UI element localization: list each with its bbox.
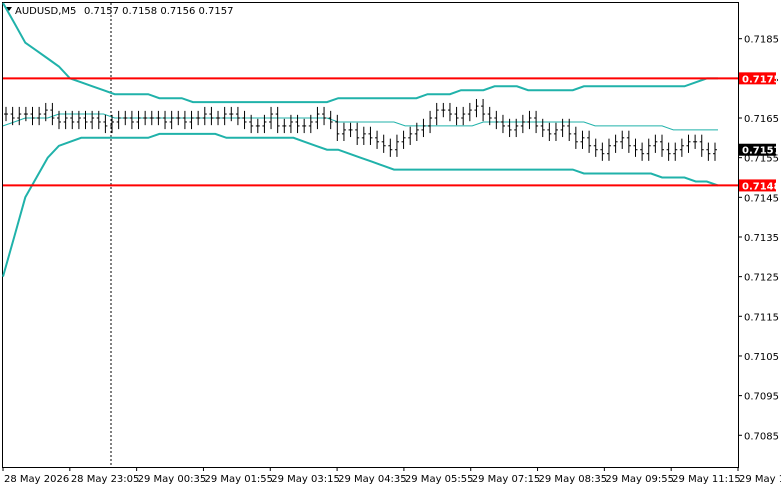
time-tick-label: 29 May 04:35 bbox=[338, 474, 407, 485]
price-axis: 0.71850.71750.71650.71550.71450.71350.71… bbox=[738, 35, 779, 442]
time-tick-label: 28 May 23:05 bbox=[71, 474, 140, 485]
price-tick-label: 0.7125 bbox=[744, 273, 779, 284]
price-label-support: 0.7148 bbox=[742, 181, 781, 192]
plot-frame bbox=[2, 2, 739, 468]
time-tick-label: 29 May 09:55 bbox=[605, 474, 674, 485]
time-tick-label: 29 May 11:15 bbox=[672, 474, 741, 485]
time-tick-label: 29 May 00:35 bbox=[138, 474, 207, 485]
price-tick-label: 0.7115 bbox=[744, 312, 779, 323]
price-labels: 0.7175 0.7157 0.7148 bbox=[739, 72, 781, 192]
time-tick-label: 29 May 08:35 bbox=[539, 474, 608, 485]
chart-window[interactable]: AUDUSD,M5 0.7157 0.7158 0.7156 0.7157 0.… bbox=[0, 0, 781, 489]
symbol-timeframe: AUDUSD,M5 bbox=[15, 6, 76, 17]
price-chart[interactable]: AUDUSD,M5 0.7157 0.7158 0.7156 0.7157 0.… bbox=[0, 0, 781, 489]
price-tick-label: 0.7085 bbox=[744, 431, 779, 442]
time-tick-label: 28 May 2026 bbox=[4, 474, 69, 485]
indicator-series-line bbox=[2, 113, 718, 131]
price-tick-label: 0.7095 bbox=[744, 392, 779, 403]
time-tick-label: 29 May 07:15 bbox=[472, 474, 541, 485]
price-tick-label: 0.7185 bbox=[744, 35, 779, 46]
price-tick-label: 0.7135 bbox=[744, 233, 779, 244]
time-tick-label: 29 May 12:35 bbox=[739, 474, 781, 485]
time-tick-label: 29 May 05:55 bbox=[405, 474, 474, 485]
time-axis: 28 May 2026 28 May 23:0529 May 00:3529 Ma… bbox=[2, 467, 781, 485]
price-tick-label: 0.7165 bbox=[744, 114, 779, 125]
time-tick-label: 29 May 03:15 bbox=[271, 474, 340, 485]
ohlc-values: 0.7157 0.7158 0.7156 0.7157 bbox=[84, 6, 234, 17]
chart-header: AUDUSD,M5 0.7157 0.7158 0.7156 0.7157 bbox=[6, 6, 234, 17]
indicator-series-line bbox=[2, 2, 718, 104]
price-label-resistance: 0.7175 bbox=[742, 74, 781, 85]
time-tick-label: 29 May 01:55 bbox=[204, 474, 273, 485]
price-tick-label: 0.7145 bbox=[744, 193, 779, 204]
price-tick-label: 0.7105 bbox=[744, 352, 779, 363]
indicator-series-line bbox=[2, 132, 719, 277]
indicator-series bbox=[2, 2, 719, 277]
price-label-current: 0.7157 bbox=[742, 146, 781, 157]
